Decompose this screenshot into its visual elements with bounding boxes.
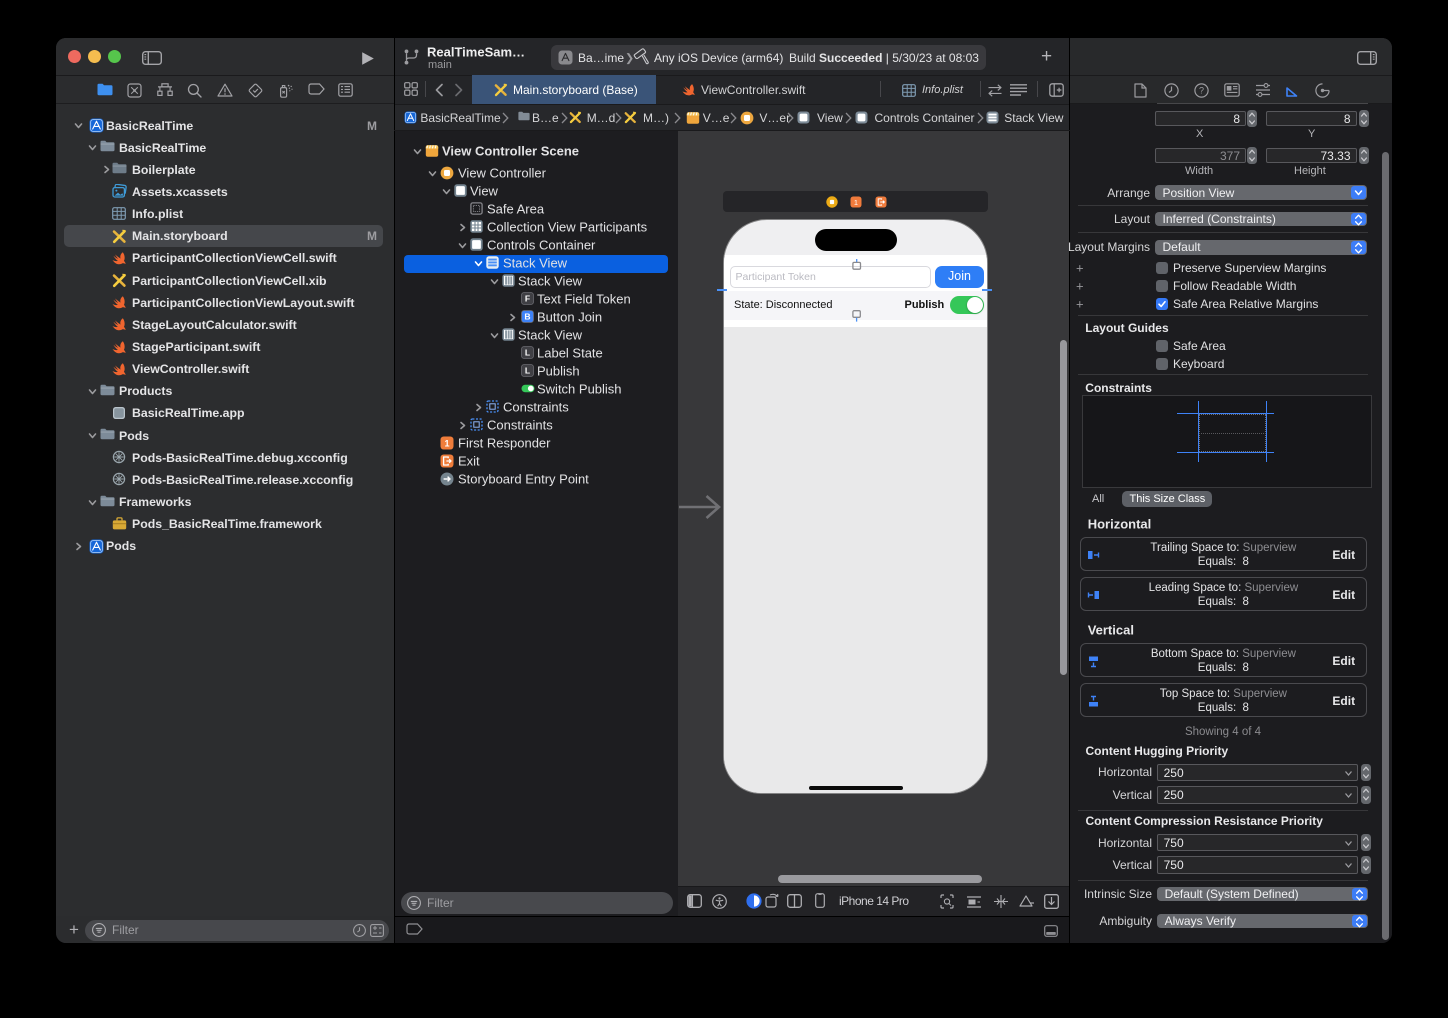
svg-text:L: L (525, 348, 530, 358)
svg-text:L: L (525, 366, 530, 376)
svg-text:F: F (525, 294, 530, 304)
svg-text:?: ? (1199, 86, 1204, 96)
svg-text:1: 1 (854, 198, 858, 207)
svg-text:1: 1 (444, 438, 449, 448)
svg-text:B: B (524, 312, 530, 322)
